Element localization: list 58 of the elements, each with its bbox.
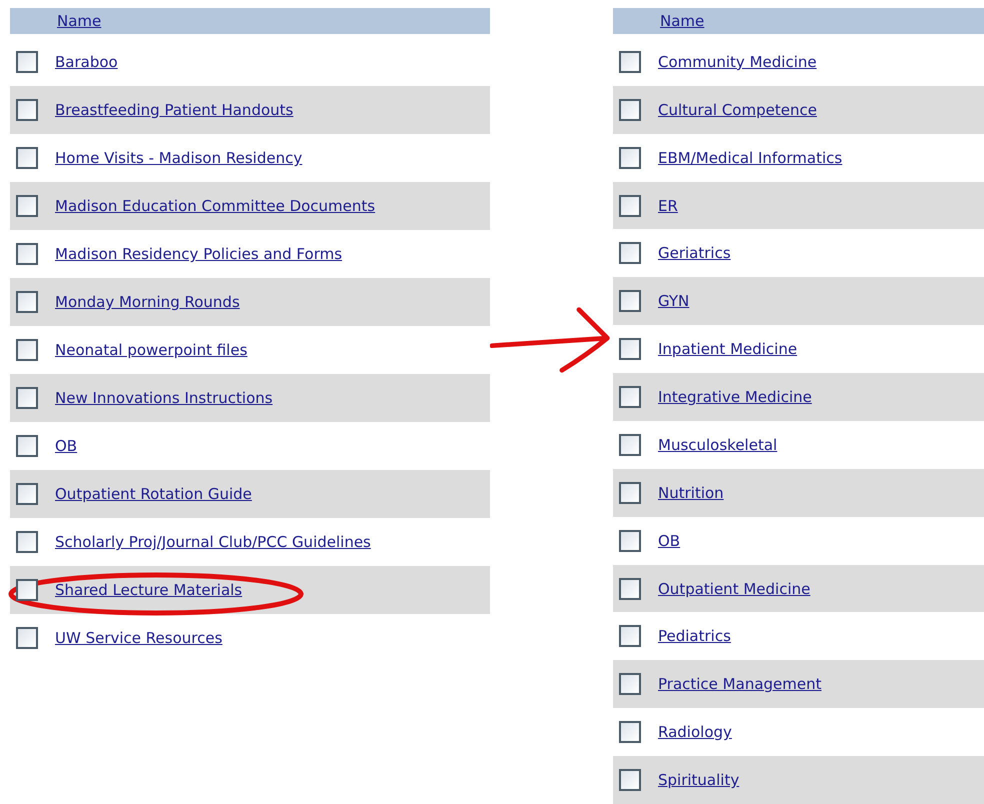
- checkbox[interactable]: [16, 147, 38, 169]
- folder-link[interactable]: Nutrition: [658, 484, 724, 502]
- checkbox[interactable]: [619, 194, 641, 216]
- folder-link[interactable]: Monday Morning Rounds: [55, 293, 240, 311]
- checkbox[interactable]: [619, 338, 641, 360]
- checkbox[interactable]: [619, 578, 641, 600]
- checkbox[interactable]: [16, 99, 38, 121]
- folder-link[interactable]: Inpatient Medicine: [658, 340, 798, 358]
- checkbox[interactable]: [16, 483, 38, 505]
- checkbox[interactable]: [619, 242, 641, 264]
- folder-link[interactable]: Musculoskeletal: [658, 436, 778, 454]
- checkbox[interactable]: [619, 50, 641, 73]
- checkbox[interactable]: [16, 195, 38, 217]
- checkbox[interactable]: [16, 291, 38, 313]
- checkbox[interactable]: [619, 98, 641, 121]
- folder-link[interactable]: Integrative Medicine: [658, 388, 812, 406]
- folder-link[interactable]: Madison Residency Policies and Forms: [55, 245, 342, 263]
- folder-link[interactable]: Spirituality: [658, 771, 740, 789]
- folder-link[interactable]: Breastfeeding Patient Handouts: [55, 101, 294, 119]
- folder-link[interactable]: Community Medicine: [658, 52, 817, 71]
- checkbox[interactable]: [619, 290, 641, 312]
- folder-link[interactable]: Outpatient Rotation Guide: [55, 485, 252, 503]
- folder-link[interactable]: EBM/Medical Informatics: [658, 148, 842, 167]
- folder-link[interactable]: Geriatrics: [658, 244, 731, 262]
- checkbox[interactable]: [16, 579, 38, 601]
- checkbox[interactable]: [16, 339, 38, 361]
- folder-link[interactable]: Home Visits - Madison Residency: [55, 149, 302, 167]
- folder-link[interactable]: Scholarly Proj/Journal Club/PCC Guidelines: [55, 533, 371, 551]
- checkbox[interactable]: [619, 434, 641, 456]
- checkbox[interactable]: [619, 530, 641, 552]
- folder-link[interactable]: Neonatal powerpoint files: [55, 341, 248, 359]
- folder-link[interactable]: New Innovations Instructions: [55, 389, 273, 407]
- checkbox[interactable]: [619, 386, 641, 408]
- folder-link[interactable]: Pediatrics: [658, 627, 731, 646]
- folder-link[interactable]: Outpatient Medicine: [658, 580, 810, 598]
- checkbox[interactable]: [16, 387, 38, 409]
- checkbox[interactable]: [16, 51, 38, 73]
- folder-link[interactable]: ER: [658, 196, 678, 214]
- checkbox[interactable]: [619, 482, 641, 504]
- checkbox[interactable]: [16, 627, 38, 649]
- folder-link[interactable]: OB: [658, 532, 680, 550]
- checkbox[interactable]: [619, 146, 641, 169]
- name-column-header[interactable]: Name: [660, 12, 704, 30]
- folder-link[interactable]: Practice Management: [658, 675, 822, 694]
- folder-link[interactable]: GYN: [658, 292, 690, 310]
- checkbox[interactable]: [16, 243, 38, 265]
- folder-link[interactable]: Cultural Competence: [658, 100, 817, 119]
- checkbox[interactable]: [16, 435, 38, 457]
- checkbox[interactable]: [16, 531, 38, 553]
- folder-link[interactable]: UW Service Resources: [55, 629, 222, 647]
- folder-link[interactable]: Baraboo: [55, 53, 118, 71]
- folder-link[interactable]: OB: [55, 437, 78, 455]
- name-column-header[interactable]: Name: [57, 12, 102, 30]
- checkbox[interactable]: [619, 625, 641, 648]
- folder-link[interactable]: Radiology: [658, 723, 732, 742]
- checkbox[interactable]: [619, 769, 641, 791]
- checkbox[interactable]: [619, 673, 641, 696]
- checkbox[interactable]: [619, 721, 641, 744]
